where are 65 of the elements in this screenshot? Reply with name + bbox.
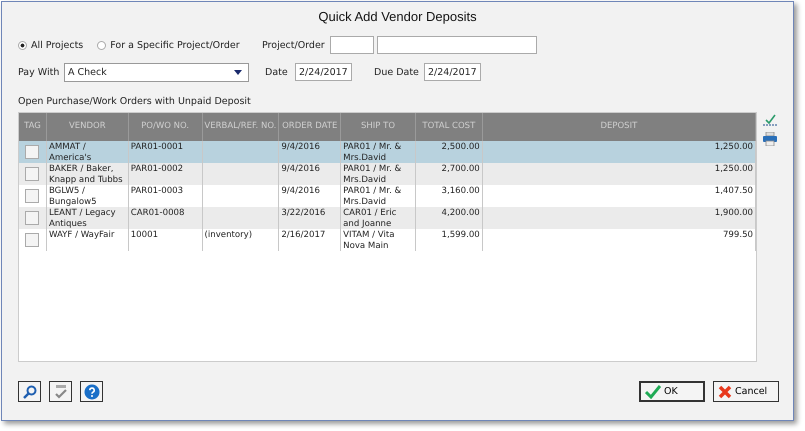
due-date-field[interactable]: 2/24/2017 [424, 63, 481, 81]
project-name-field[interactable] [377, 36, 537, 54]
table-cell: BAKER / Baker, Knapp and Tubbs [48, 164, 123, 184]
field-label: Due Date [374, 66, 420, 78]
table-cell: 9/4/2016 [281, 142, 320, 152]
project-code-field[interactable] [330, 36, 374, 54]
date-field[interactable]: 2/24/2017 [295, 63, 352, 81]
tag-checkbox[interactable] [25, 233, 40, 247]
printer-icon[interactable] [763, 132, 777, 146]
field-label: Project/Order [262, 40, 326, 50]
table-cell: 799.50 [722, 230, 754, 240]
table-cell: 2/16/2017 [281, 230, 326, 240]
table-caption: Open Purchase/Work Orders with Unpaid Deposit [18, 96, 252, 109]
table-cell: 10001 [130, 230, 158, 240]
table-cell: WAYF / WayFair [48, 230, 114, 240]
pay-with-dropdown[interactable]: A Check [64, 62, 249, 82]
radio-option[interactable]: For a Specific Project/Order [97, 40, 240, 50]
table-cell: CAR01 / Eric and Joanne [343, 208, 396, 228]
search-button[interactable] [18, 381, 41, 402]
table-cell: 2,700.00 [442, 164, 480, 174]
table-cell: PAR01-0003 [130, 186, 184, 196]
tag-checkbox[interactable] [25, 145, 40, 159]
tag-checkbox[interactable] [25, 211, 40, 225]
table-cell: 9/4/2016 [281, 186, 320, 196]
table-cell: 1,407.50 [714, 186, 754, 196]
table-cell: 1,250.00 [714, 164, 754, 174]
table-cell: VITAM / Vita Nova Main [343, 230, 395, 250]
table-cell: 1,900.00 [714, 208, 754, 218]
window-title: Quick Add Vendor Deposits [318, 8, 477, 24]
help-button[interactable] [80, 381, 103, 402]
table-cell: BGLW5 / Bungalow5 [48, 186, 97, 206]
close-icon [718, 384, 732, 398]
table-cell: 1,599.00 [442, 230, 480, 240]
check-icon[interactable] [763, 114, 777, 126]
table-cell: 4,200.00 [442, 208, 480, 218]
field-label: Pay With [18, 66, 60, 78]
search-icon [22, 384, 36, 398]
radio-option[interactable]: All Projects [18, 40, 84, 50]
table-cell: CAR01-0008 [130, 208, 184, 218]
cancel-button[interactable]: Cancel [713, 381, 779, 402]
table-cell: PAR01 / Mr. & Mrs.David [343, 164, 402, 184]
table-cell: 1,250.00 [714, 142, 754, 152]
table-cell: 3,160.00 [442, 186, 480, 196]
table-cell: PAR01 / Mr. & Mrs.David [343, 142, 402, 162]
table-cell: 2,500.00 [442, 142, 480, 152]
help-icon [84, 384, 100, 400]
table-cell: 3/22/2016 [281, 208, 326, 218]
table-cell: 9/4/2016 [281, 164, 320, 174]
check-icon [645, 384, 661, 398]
field-label: Date [265, 66, 289, 78]
spellcheck-icon [52, 384, 68, 400]
table-cell: PAR01-0001 [130, 142, 184, 152]
table-cell: LEANT / Legacy Antiques [48, 208, 116, 228]
table-row[interactable]: AMMAT / America's PAR01-0001 9/4/2016 PAR01 / Mr. & Mrs.David 2,500.00 1,250.00 [19, 141, 756, 163]
table-cell: (inventory) [204, 230, 252, 240]
ok-button[interactable]: OK [639, 381, 705, 402]
tag-checkbox[interactable] [25, 167, 40, 181]
caret-icon [234, 70, 242, 74]
tag-checkbox[interactable] [25, 189, 40, 203]
spellcheck-button[interactable] [49, 381, 72, 402]
table-cell: PAR01-0002 [130, 164, 184, 174]
table-row[interactable]: LEANT / Legacy Antiques CAR01-0008 3/22/2016 CAR01 / Eric and Joanne 4,200.00 1,900.00 [19, 207, 756, 229]
table-cell: AMMAT / America's [48, 142, 92, 162]
table-cell: PAR01 / Mr. & Mrs.David [343, 186, 402, 206]
table-row[interactable]: BAKER / Baker, Knapp and Tubbs PAR01-0002 9/4/2016 PAR01 / Mr. & Mrs.David 2,700.00 1,250.00 [19, 163, 756, 185]
